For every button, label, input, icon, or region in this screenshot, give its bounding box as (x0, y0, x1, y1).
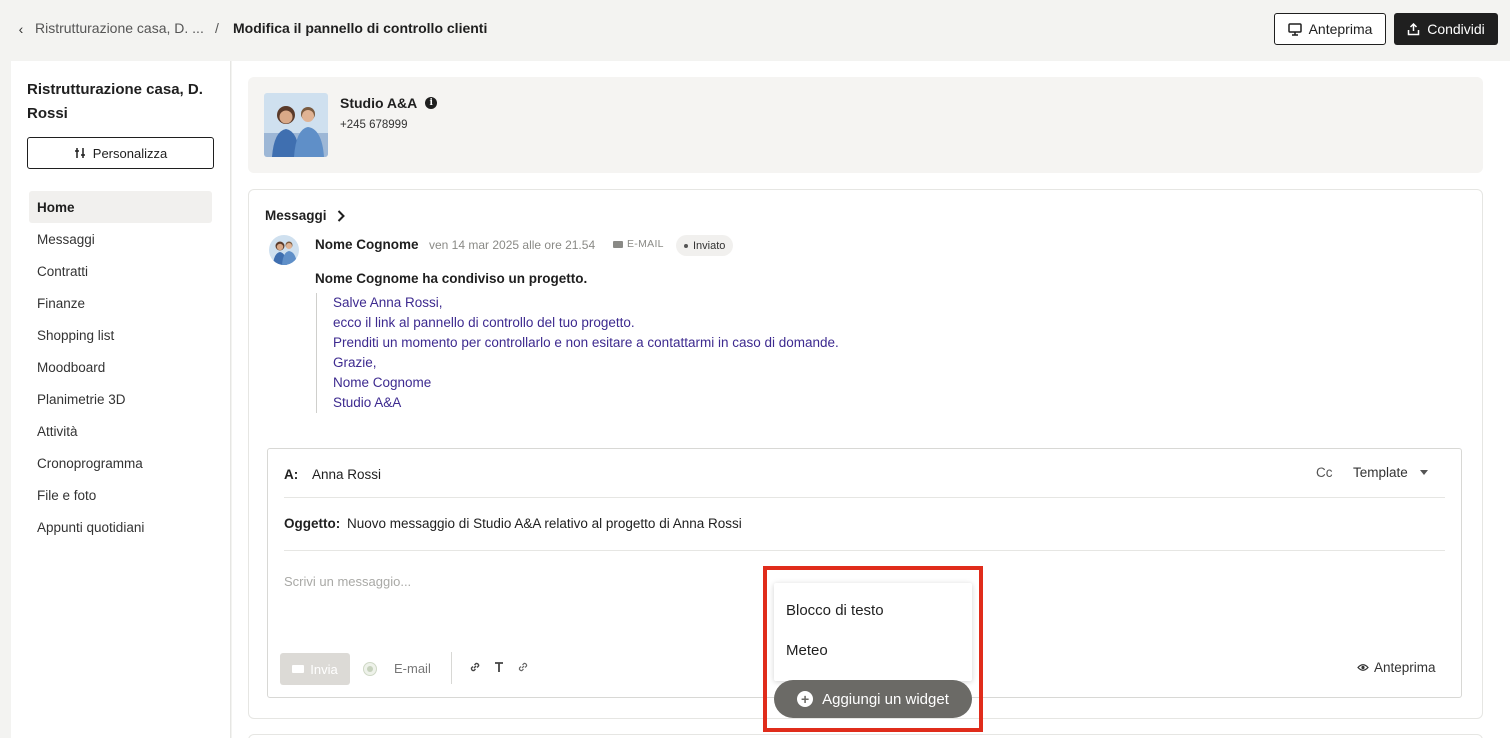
share-button[interactable]: Condividi (1394, 13, 1498, 45)
page-title: Modifica il pannello di controllo client… (233, 20, 488, 36)
message-date: ven 14 mar 2025 alle ore 21.54 (429, 238, 596, 252)
message-body: Salve Anna Rossi, ecco il link al pannel… (316, 293, 839, 413)
studio-card: Studio A&A i +245 678999 (248, 77, 1483, 173)
chevron-right-icon (337, 209, 345, 222)
message-body-input[interactable] (284, 569, 754, 593)
message-shared-line: Nome Cognome ha condiviso un progetto. (315, 271, 588, 286)
composer-preview-label: Anteprima (1374, 660, 1436, 675)
messages-section-title: Messaggi (265, 208, 327, 223)
message-line: Studio A&A (333, 395, 402, 410)
studio-avatar (264, 93, 328, 157)
divider (284, 497, 1445, 498)
status-badge: Inviato (676, 235, 734, 256)
customize-button[interactable]: Personalizza (27, 137, 214, 169)
divider (284, 550, 1445, 551)
composer-preview-link[interactable]: Anteprima (1357, 660, 1436, 675)
message-line: Salve Anna Rossi, (333, 295, 443, 310)
caret-down-icon (1419, 470, 1428, 475)
message-line: Nome Cognome (333, 375, 432, 390)
info-icon[interactable]: i (425, 97, 438, 109)
message-channel: E-MAIL (613, 238, 664, 250)
insert-link-icon[interactable] (516, 661, 530, 676)
add-widget-button[interactable]: + Aggiungi un widget (774, 680, 972, 718)
plus-circle-icon: + (797, 691, 814, 707)
widget-menu: Blocco di testo Meteo (774, 583, 972, 681)
eye-icon (1357, 664, 1369, 671)
sidebar-item-finanze[interactable]: Finanze (29, 287, 212, 319)
sidebar-item-home[interactable]: Home (29, 191, 212, 223)
status-badge-label: Inviato (693, 239, 726, 252)
to-recipient[interactable]: Anna Rossi (312, 467, 381, 482)
share-button-label: Condividi (1427, 21, 1485, 37)
back-chevron-icon[interactable]: ‹ (14, 20, 28, 38)
send-button[interactable]: Invia (280, 653, 350, 685)
sidebar-item-cronoprogramma[interactable]: Cronoprogramma (29, 447, 212, 479)
message-sender: Nome Cognome (315, 237, 419, 252)
subject-field[interactable]: Nuovo messaggio di Studio A&A relativo a… (347, 516, 742, 531)
top-bar: ‹ Ristrutturazione casa, D. ... / Modifi… (0, 0, 1510, 58)
text-format-icon[interactable] (492, 661, 506, 676)
subject-label: Oggetto: (284, 516, 341, 531)
messages-section-link[interactable]: Messaggi (265, 208, 345, 223)
sidebar-item-attivita[interactable]: Attività (29, 415, 212, 447)
cc-button[interactable]: Cc (1316, 465, 1333, 480)
sidebar-nav: Home Messaggi Contratti Finanze Shopping… (29, 191, 212, 543)
preview-button[interactable]: Anteprima (1274, 13, 1386, 45)
project-title: Ristrutturazione casa, D. Rossi (27, 81, 203, 122)
sidebar-item-messaggi[interactable]: Messaggi (29, 223, 212, 255)
next-card (248, 734, 1483, 738)
breadcrumb-parent-link[interactable]: Ristrutturazione casa, D. ... (35, 20, 204, 36)
email-channel-label: E-mail (394, 661, 431, 676)
studio-name: Studio A&A i (340, 95, 438, 111)
send-button-label: Invia (310, 661, 338, 677)
add-widget-label: Aggiungi un widget (822, 690, 949, 708)
status-dot (684, 243, 688, 248)
widget-option-weather[interactable]: Meteo (774, 630, 972, 670)
sidebar-item-planimetrie-3d[interactable]: Planimetrie 3D (29, 383, 212, 415)
sidebar: Ristrutturazione casa, D. Rossi Personal… (11, 61, 231, 738)
toolbar-separator (451, 652, 452, 684)
upload-icon (1407, 22, 1420, 35)
sidebar-item-shopping-list[interactable]: Shopping list (29, 319, 212, 351)
sender-avatar (269, 235, 299, 265)
studio-phone: +245 678999 (340, 119, 408, 131)
sliders-icon (74, 148, 85, 158)
mail-icon (292, 665, 305, 673)
breadcrumb-separator: / (215, 20, 219, 36)
mail-icon (613, 240, 623, 248)
widget-option-text-block[interactable]: Blocco di testo (774, 590, 972, 630)
customize-button-label: Personalizza (92, 145, 168, 161)
email-channel-radio[interactable] (363, 662, 377, 676)
template-dropdown-label: Template (1353, 465, 1408, 480)
to-label: A: (284, 467, 299, 482)
sidebar-item-contratti[interactable]: Contratti (29, 255, 212, 287)
monitor-icon (1287, 22, 1302, 36)
preview-button-label: Anteprima (1308, 21, 1373, 37)
message-line: Grazie, (333, 355, 377, 370)
attach-link-icon[interactable] (468, 661, 482, 676)
studio-name-text: Studio A&A (340, 95, 418, 111)
sidebar-item-appunti-quotidiani[interactable]: Appunti quotidiani (29, 511, 212, 543)
message-line: ecco il link al pannello di controllo de… (333, 315, 635, 330)
message-channel-label: E-MAIL (627, 238, 664, 250)
message-line: Prenditi un momento per controllarlo e n… (333, 335, 839, 350)
sidebar-item-moodboard[interactable]: Moodboard (29, 351, 212, 383)
template-dropdown[interactable]: Template (1353, 465, 1428, 480)
sidebar-item-file-e-foto[interactable]: File e foto (29, 479, 212, 511)
